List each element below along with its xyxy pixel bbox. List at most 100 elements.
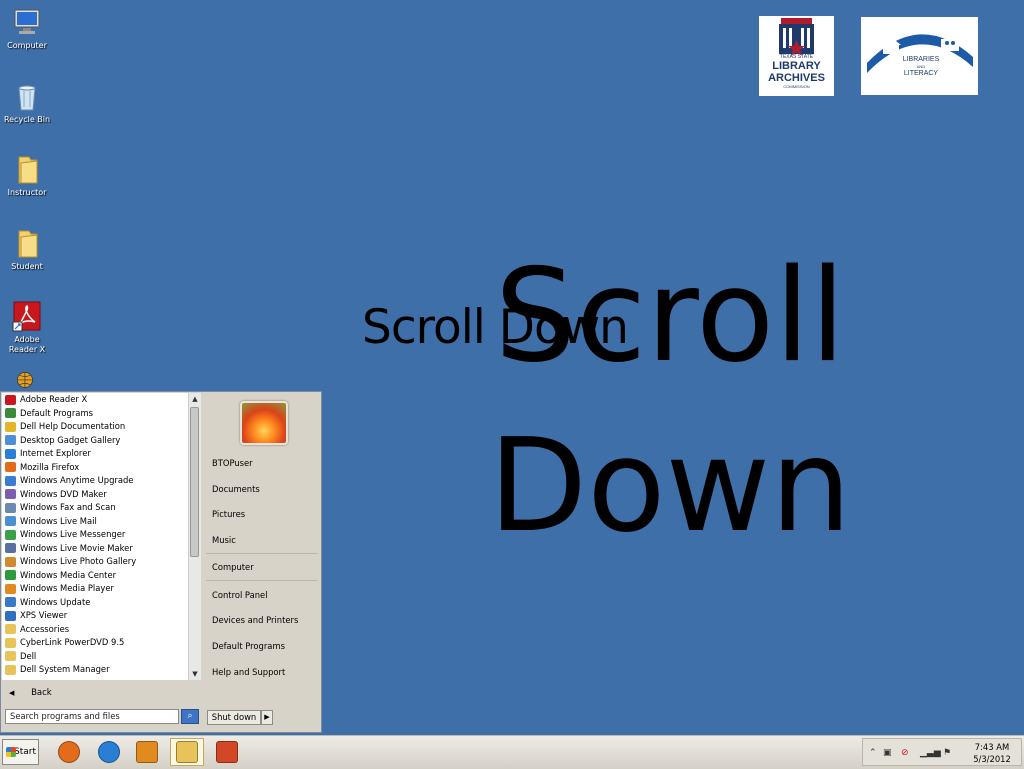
program-label: Adobe Reader X	[20, 394, 88, 404]
program-item[interactable]: Windows Live Mail	[2, 515, 200, 529]
devices-printers-link[interactable]: Devices and Printers	[212, 615, 298, 625]
show-hidden-icons-icon[interactable]: ⌃	[869, 748, 877, 758]
program-item[interactable]: Windows Anytime Upgrade	[2, 474, 200, 488]
documents-link[interactable]: Documents	[212, 484, 260, 494]
shutdown-button[interactable]: Shut down	[207, 710, 261, 725]
program-item[interactable]: Windows Media Center	[2, 569, 200, 583]
network-icon[interactable]: ▁▃▅	[920, 748, 941, 758]
taskbar-firefox-button[interactable]	[52, 738, 86, 766]
program-icon	[5, 543, 16, 554]
taskbar-media-player-button[interactable]	[130, 738, 164, 766]
program-item[interactable]: Windows Update	[2, 596, 200, 610]
program-item[interactable]: Adobe Reader X	[2, 393, 200, 407]
program-icon	[5, 637, 16, 648]
program-label: Dell	[20, 650, 37, 661]
taskbar-file-explorer-button[interactable]	[170, 738, 204, 766]
firefox-icon	[58, 741, 80, 763]
program-item[interactable]: Internet Explorer	[2, 447, 200, 461]
help-support-link[interactable]: Help and Support	[212, 667, 285, 677]
shutdown-options-arrow-icon[interactable]: ▶	[261, 710, 273, 725]
program-icon	[5, 448, 16, 459]
program-label: Accessories	[20, 623, 70, 634]
scroll-up-arrow-icon[interactable]: ▲	[189, 393, 201, 405]
clock-date[interactable]: 5/3/2012	[966, 754, 1018, 764]
user-avatar[interactable]	[240, 401, 288, 445]
program-item[interactable]: Dell Help Documentation	[2, 420, 200, 434]
separator	[206, 553, 318, 554]
program-item[interactable]: Accessories	[2, 623, 200, 637]
clock-time[interactable]: 7:43 AM	[966, 742, 1018, 752]
scroll-down-heading: Scroll Down	[488, 242, 852, 561]
search-input[interactable]: Search programs and files	[5, 709, 179, 724]
program-list-scrollbar[interactable]: ▲ ▼	[188, 393, 201, 680]
computer-link[interactable]: Computer	[212, 562, 254, 572]
program-item[interactable]: Default Programs	[2, 407, 200, 421]
music-link[interactable]: Music	[212, 535, 236, 545]
program-icon	[5, 570, 16, 581]
desktop-icon-label: Student	[11, 262, 43, 271]
desktop-icon-instructor[interactable]: Instructor	[0, 153, 54, 198]
powerpoint-icon	[216, 741, 238, 763]
program-item[interactable]: Windows Media Player	[2, 582, 200, 596]
program-icon	[5, 394, 16, 405]
back-button[interactable]: ◀ Back	[2, 684, 200, 702]
program-label: CyberLink PowerDVD 9.5	[20, 637, 125, 647]
program-label: XPS Viewer	[20, 610, 68, 620]
taskbar-powerpoint-button[interactable]	[210, 738, 244, 766]
program-item[interactable]: Windows Live Messenger	[2, 528, 200, 542]
program-item[interactable]: CyberLink PowerDVD 9.5	[2, 636, 200, 650]
program-item[interactable]: XPS Viewer	[2, 609, 200, 623]
taskbar-internet-explorer-button[interactable]	[92, 738, 126, 766]
program-icon	[5, 556, 16, 567]
program-icon	[5, 435, 16, 446]
program-item[interactable]: Dell System Manager	[2, 663, 200, 677]
program-icon	[5, 408, 16, 419]
program-list: Adobe Reader X Default Programs Dell Help …	[2, 393, 200, 680]
desktop-icon-adobe-reader[interactable]: Adobe Reader X	[0, 300, 54, 355]
taskbar: Start ⌃ ▣ ⊘ ▁▃▅ ⚑ 7:43 AM 5/3/2012	[0, 735, 1024, 769]
control-panel-link[interactable]: Control Panel	[212, 590, 268, 600]
scrollbar-thumb[interactable]	[190, 407, 199, 557]
program-item[interactable]: Dell	[2, 650, 200, 664]
start-button[interactable]: Start	[2, 739, 39, 765]
folder-icon	[18, 230, 38, 258]
program-icon	[5, 502, 16, 513]
desktop-icon-recycle-bin[interactable]: Recycle Bin	[0, 80, 54, 125]
system-tray: ⌃ ▣ ⊘ ▁▃▅ ⚑ 7:43 AM 5/3/2012	[862, 738, 1022, 766]
program-item[interactable]: Windows Live Photo Gallery	[2, 555, 200, 569]
desktop-icon-label: Recycle Bin	[3, 115, 51, 124]
program-icon	[5, 489, 16, 500]
program-label: Windows DVD Maker	[20, 488, 107, 499]
device-icon[interactable]: ▣	[883, 748, 892, 758]
ie-icon	[98, 741, 120, 763]
computer-icon	[14, 9, 40, 34]
program-label: Windows Live Photo Gallery	[20, 556, 137, 566]
logo-line: ARCHIVES	[768, 72, 825, 84]
program-label: Windows Update	[20, 596, 91, 607]
pictures-link[interactable]: Pictures	[212, 509, 245, 519]
recycle-bin-icon	[18, 85, 36, 111]
action-center-flag-icon[interactable]: ⚑	[943, 748, 951, 758]
search-icon[interactable]: ⌕	[181, 709, 199, 724]
desktop-icon-student[interactable]: Student	[0, 227, 54, 272]
program-item[interactable]: Windows Live Movie Maker	[2, 542, 200, 556]
program-label: Default Programs	[20, 407, 93, 418]
globe-icon	[17, 372, 33, 388]
program-item[interactable]: Windows Fax and Scan	[2, 501, 200, 515]
library-archives-logo: TEXAS STATE LIBRARY ARCHIVES COMMISSION	[759, 16, 834, 96]
desktop-icon-computer[interactable]: Computer	[0, 6, 54, 51]
logo-line: LIBRARIES	[902, 56, 940, 63]
user-name-link[interactable]: BTOPuser	[212, 458, 253, 468]
default-programs-link[interactable]: Default Programs	[212, 641, 285, 651]
back-label: Back	[31, 688, 52, 698]
volume-muted-icon[interactable]: ⊘	[901, 748, 909, 758]
logo-line: COMMISSION	[783, 84, 810, 89]
program-item[interactable]: Windows DVD Maker	[2, 488, 200, 502]
program-item[interactable]: Mozilla Firefox	[2, 461, 200, 475]
program-label: Mozilla Firefox	[20, 461, 80, 472]
folder-icon	[18, 156, 38, 184]
search-placeholder: Search programs and files	[10, 711, 120, 721]
program-item[interactable]: Desktop Gadget Gallery	[2, 434, 200, 448]
program-icon	[5, 421, 16, 432]
scroll-down-arrow-icon[interactable]: ▼	[189, 668, 201, 680]
